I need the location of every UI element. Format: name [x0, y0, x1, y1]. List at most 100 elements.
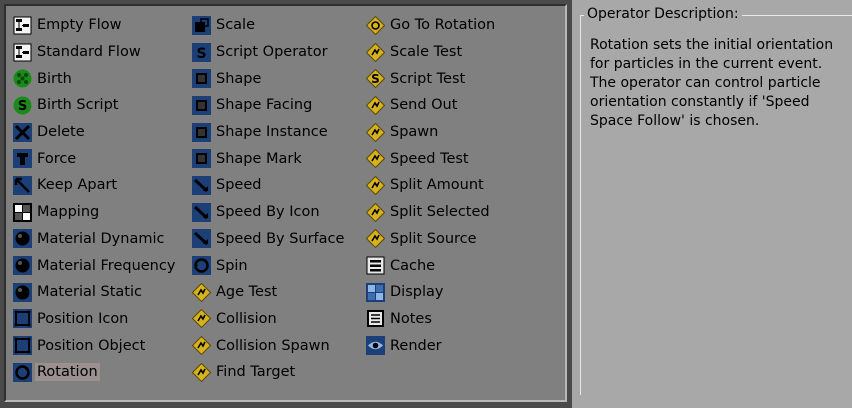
operator-depot: Empty Flow Standard Flow Birth S Birth Scrip… [4, 4, 567, 402]
operator-item-go-to-rotation[interactable]: Go To Rotation [366, 12, 497, 39]
shape-icon [192, 122, 211, 142]
operator-column-1: Empty Flow Standard Flow Birth S Birth Scrip… [13, 12, 177, 386]
flow-icon [13, 43, 32, 62]
go-to-rotation-icon [366, 15, 385, 35]
test-icon [366, 202, 385, 222]
test-icon [192, 282, 211, 302]
birth-script-icon: S [13, 96, 32, 115]
notes-icon [366, 309, 385, 328]
operator-item-render[interactable]: Render [366, 332, 497, 359]
operator-item-birth-script[interactable]: S Birth Script [13, 92, 177, 119]
material-icon [13, 256, 32, 276]
operator-item-material-frequency[interactable]: Material Frequency [13, 252, 177, 279]
operator-item-label: Birth [37, 70, 72, 87]
operator-item-split-selected[interactable]: Split Selected [366, 199, 497, 226]
operator-item-label: Rotation [35, 363, 100, 382]
operator-item-delete[interactable]: Delete [13, 119, 177, 146]
operator-item-label: Display [390, 284, 444, 301]
operator-item-split-source[interactable]: Split Source [366, 226, 497, 253]
operator-item-mapping[interactable]: Mapping [13, 199, 177, 226]
operator-item-label: Collision Spawn [216, 337, 330, 354]
operator-item-collision-spawn[interactable]: Collision Spawn [192, 332, 346, 359]
operator-item-speed-by-icon[interactable]: Speed By Icon [192, 199, 346, 226]
render-icon [366, 336, 385, 356]
operator-item-label: Keep Apart [37, 177, 118, 194]
operator-item-label: Age Test [216, 284, 278, 301]
operator-item-scale[interactable]: Scale [192, 12, 346, 39]
operator-item-display[interactable]: Display [366, 279, 497, 306]
operator-item-material-static[interactable]: Material Static [13, 279, 177, 306]
test-icon [192, 362, 211, 382]
operator-item-notes[interactable]: Notes [366, 306, 497, 333]
operator-item-label: Speed By Surface [216, 230, 345, 247]
operator-item-spin[interactable]: Spin [192, 252, 346, 279]
rotation-icon [13, 362, 32, 382]
script-test-icon: S [366, 69, 385, 89]
operator-item-find-target[interactable]: Find Target [192, 359, 346, 386]
operator-item-label: Material Static [37, 284, 142, 301]
operator-item-spawn[interactable]: Spawn [366, 119, 497, 146]
test-icon [192, 309, 211, 329]
description-panel: Operator Description: Rotation sets the … [572, 0, 852, 408]
operator-item-label: Force [37, 150, 77, 167]
operator-item-scale-test[interactable]: Scale Test [366, 39, 497, 66]
operator-item-label: Split Selected [390, 204, 490, 221]
test-icon [192, 336, 211, 356]
operator-item-label: Standard Flow [37, 44, 141, 61]
operator-item-shape[interactable]: Shape [192, 65, 346, 92]
test-icon [366, 122, 385, 142]
operator-item-speed[interactable]: Speed [192, 172, 346, 199]
operator-item-send-out[interactable]: Send Out [366, 92, 497, 119]
operator-item-speed-by-surface[interactable]: Speed By Surface [192, 226, 346, 253]
operator-item-label: Shape Facing [216, 97, 313, 114]
operator-item-label: Material Frequency [37, 257, 176, 274]
operator-item-label: Position Object [37, 337, 146, 354]
birth-icon [13, 69, 32, 88]
operator-item-script-operator[interactable]: S Script Operator [192, 39, 346, 66]
operator-item-position-icon[interactable]: Position Icon [13, 306, 177, 333]
operator-item-age-test[interactable]: Age Test [192, 279, 346, 306]
operator-item-position-object[interactable]: Position Object [13, 332, 177, 359]
svg-text:S: S [18, 99, 27, 114]
test-icon [366, 149, 385, 169]
operator-item-label: Shape Instance [216, 124, 328, 141]
operator-item-cache[interactable]: Cache [366, 252, 497, 279]
operator-item-shape-instance[interactable]: Shape Instance [192, 119, 346, 146]
operator-item-label: Delete [37, 124, 85, 141]
operator-item-force[interactable]: Force [13, 145, 177, 172]
description-legend: Operator Description: [584, 6, 742, 22]
operator-item-label: Scale [216, 17, 256, 34]
script-icon: S [192, 42, 211, 62]
operator-item-speed-test[interactable]: Speed Test [366, 145, 497, 172]
operator-column-2: Scale S Script Operator Shape Shape Facing Sh… [192, 12, 346, 386]
mapping-icon [13, 202, 32, 222]
material-icon [13, 282, 32, 302]
shape-icon [192, 69, 211, 89]
test-icon [366, 95, 385, 115]
operator-item-label: Speed Test [390, 150, 469, 167]
operator-item-rotation[interactable]: Rotation [13, 359, 177, 386]
operator-item-label: Go To Rotation [390, 17, 496, 34]
operator-item-label: Find Target [216, 364, 296, 381]
operator-item-label: Collision [216, 310, 277, 327]
operator-item-material-dynamic[interactable]: Material Dynamic [13, 226, 177, 253]
operator-column-3: Go To Rotation Scale Test S Script Test Send… [366, 12, 497, 359]
operator-item-shape-mark[interactable]: Shape Mark [192, 145, 346, 172]
operator-item-standard-flow[interactable]: Standard Flow [13, 39, 177, 66]
operator-item-label: Speed By Icon [216, 204, 320, 221]
operator-item-split-amount[interactable]: Split Amount [366, 172, 497, 199]
operator-item-empty-flow[interactable]: Empty Flow [13, 12, 177, 39]
operator-item-label: Position Icon [37, 310, 129, 327]
operator-item-birth[interactable]: Birth [13, 65, 177, 92]
test-icon [366, 42, 385, 62]
shape-icon [192, 149, 211, 169]
operator-item-label: Spawn [390, 124, 439, 141]
operator-item-collision[interactable]: Collision [192, 306, 346, 333]
operator-item-label: Scale Test [390, 44, 463, 61]
operator-item-shape-facing[interactable]: Shape Facing [192, 92, 346, 119]
position-icon [13, 336, 32, 356]
operator-item-keep-apart[interactable]: Keep Apart [13, 172, 177, 199]
operator-item-script-test[interactable]: S Script Test [366, 65, 497, 92]
operator-item-label: Speed [216, 177, 262, 194]
operator-item-label: Render [390, 337, 442, 354]
